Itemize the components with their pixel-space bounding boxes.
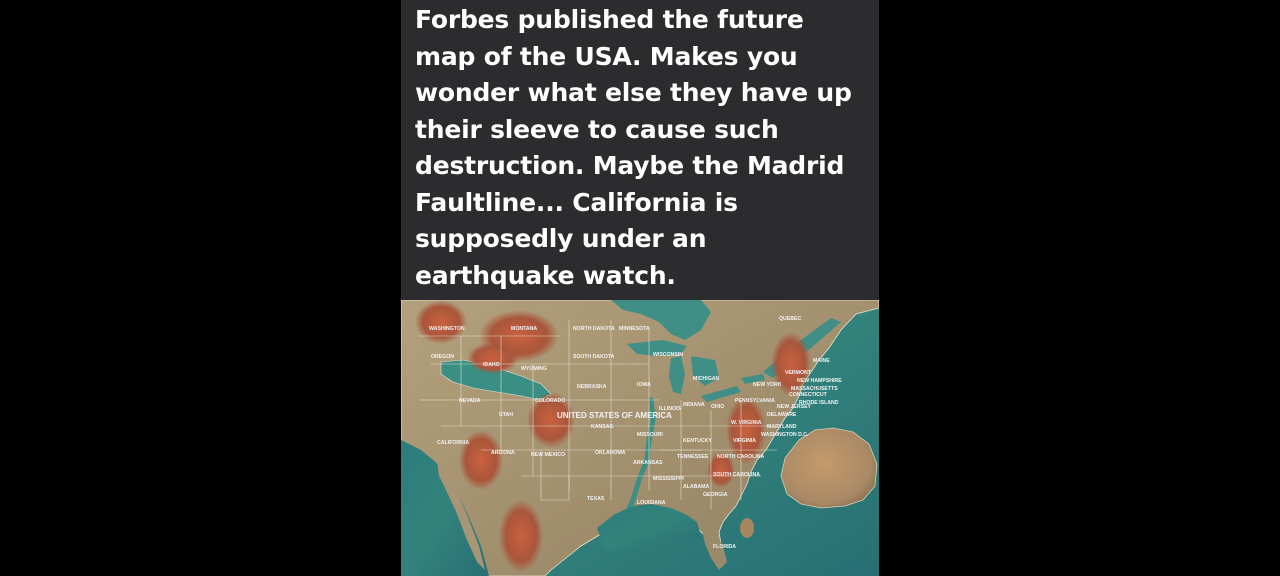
label-maine: MAINE	[813, 358, 830, 364]
label-tennessee: TENNESSEE	[677, 454, 709, 460]
rockies-mid	[467, 342, 519, 374]
label-florida: FLORIDA	[713, 544, 736, 550]
label-oklahoma: OKLAHOMA	[595, 450, 626, 456]
label-arkansas: ARKANSAS	[633, 460, 663, 466]
caption-box: Forbes published the future map of the U…	[401, 0, 879, 300]
small-island	[740, 518, 754, 538]
label-vermont: VERMONT	[785, 370, 812, 376]
mexico-sierra	[499, 500, 543, 572]
label-utah: UTAH	[499, 412, 513, 418]
label-quebec: QUEBEC	[779, 316, 801, 322]
future-us-map: WASHINGTON OREGON IDAHO MONTANA WYOMING …	[401, 300, 879, 576]
label-minnesota: MINNESOTA	[619, 326, 650, 332]
label-north-carolina: NORTH CAROLINA	[717, 454, 765, 460]
label-virginia: VIRGINIA	[733, 438, 756, 444]
label-new-york: NEW YORK	[753, 382, 782, 388]
label-indiana: INDIANA	[683, 402, 705, 408]
label-missouri: MISSOURI	[637, 432, 663, 438]
label-connecticut: CONNECTICUT	[789, 392, 828, 398]
label-united-states: UNITED STATES OF AMERICA	[557, 411, 672, 420]
label-louisiana: LOUISIANA	[637, 500, 666, 506]
sierra-range	[459, 430, 503, 490]
label-washington: WASHINGTON	[429, 326, 465, 332]
label-mississippi: MISSISSIPPI	[653, 476, 684, 482]
label-california: CALIFORNIA	[437, 440, 469, 446]
caption-text: Forbes published the future map of the U…	[415, 5, 852, 290]
label-arizona: ARIZONA	[491, 450, 515, 456]
label-georgia: GEORGIA	[703, 492, 728, 498]
label-new-jersey: NEW JERSEY	[777, 404, 812, 410]
label-maryland: MARYLAND	[767, 424, 797, 430]
label-michigan: MICHIGAN	[693, 376, 719, 382]
label-north-dakota: NORTH DAKOTA	[573, 326, 615, 332]
label-south-dakota: SOUTH DAKOTA	[573, 354, 615, 360]
label-iowa: IOWA	[637, 382, 651, 388]
label-kansas: KANSAS	[591, 424, 613, 430]
label-montana: MONTANA	[511, 326, 537, 332]
label-nebraska: NEBRASKA	[577, 384, 607, 390]
label-texas: TEXAS	[587, 496, 605, 502]
label-delaware: DELAWARE	[767, 412, 797, 418]
label-kentucky: KENTUCKY	[683, 438, 712, 444]
label-west-virginia: W. VIRGINIA	[731, 420, 762, 426]
post-image: Forbes published the future map of the U…	[401, 0, 879, 576]
label-alabama: ALABAMA	[683, 484, 709, 490]
label-new-mexico: NEW MEXICO	[531, 452, 565, 458]
label-colorado: COLORADO	[535, 398, 565, 404]
label-washington-dc: WASHINGTON D.C.	[761, 432, 809, 438]
label-wisconsin: WISCONSIN	[653, 352, 683, 358]
cascade-range	[415, 300, 467, 344]
label-nevada: NEVADA	[459, 398, 481, 404]
label-south-carolina: SOUTH CAROLINA	[713, 472, 760, 478]
label-ohio: OHIO	[711, 404, 724, 410]
label-pennsylvania: PENNSYLVANIA	[735, 398, 775, 404]
label-oregon: OREGON	[431, 354, 454, 360]
label-idaho: IDAHO	[483, 362, 500, 368]
label-new-hampshire: NEW HAMPSHIRE	[797, 378, 842, 384]
label-wyoming: WYOMING	[521, 366, 547, 372]
